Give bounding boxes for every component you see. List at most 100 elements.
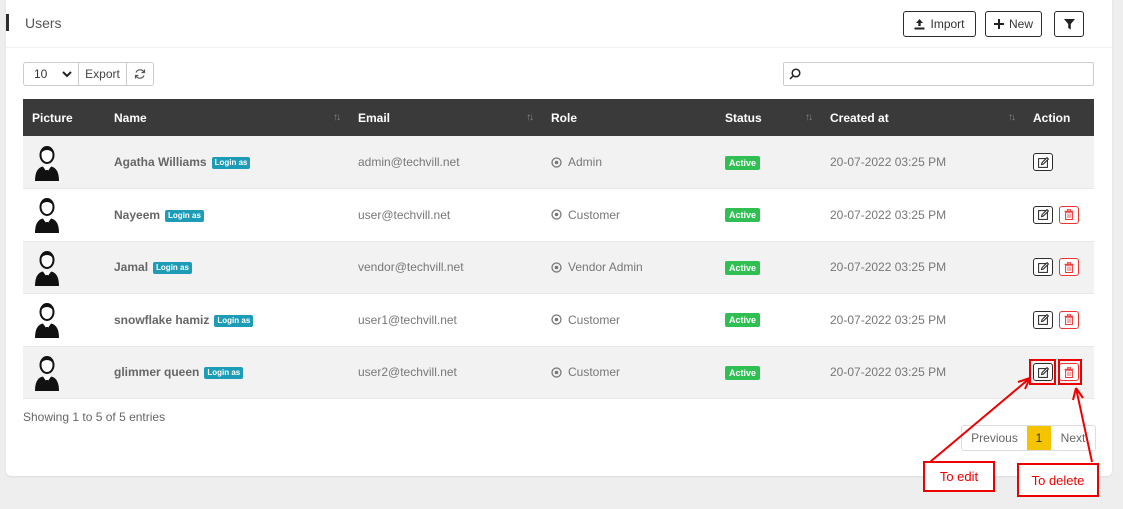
status-cell: Active [716,136,821,189]
table-row: snowflake hamiz Login as user1@techvill.ne… [23,293,1094,347]
action-cell [1024,294,1094,347]
table-row: Agatha Williams Login as admin@techvill.ne… [23,136,1094,189]
sort-icon[interactable]: ↑↓ [1008,112,1016,123]
column-role: Role [551,110,578,125]
refresh-button[interactable] [127,62,154,86]
edit-button[interactable] [1033,153,1053,171]
users-card: Users Import New 10 Export Picture Name … [6,0,1112,476]
edit-annotation: To edit [923,461,995,492]
delete-button[interactable] [1059,205,1079,224]
login-as-button[interactable]: Login as [214,314,254,327]
column-action: Action [1033,110,1071,125]
export-button[interactable]: Export [79,62,127,86]
import-button-label: Import [930,17,965,31]
table-row: Jamal Login as vendor@techvill.net Vendor A… [23,241,1094,294]
status-badge: Active [725,313,761,328]
table-row: glimmer queen Login as user2@techvill.net C… [23,346,1094,399]
edit-button[interactable] [1033,258,1053,277]
plus-icon [993,19,1004,29]
refresh-icon [134,69,146,79]
action-cell [1024,136,1094,189]
trash-icon [1064,261,1074,273]
edit-button[interactable] [1033,205,1053,224]
chevron-down-icon [62,70,72,77]
previous-page-button[interactable]: Previous [962,426,1027,450]
column-created-at[interactable]: Created at ↑↓ [821,99,1024,136]
current-page-button[interactable]: 1 [1027,426,1051,450]
role-icon [551,314,562,325]
role-icon [551,156,562,168]
login-as-button[interactable]: Login as [204,367,244,380]
column-status[interactable]: Status ↑↓ [716,99,821,136]
action-cell [1024,241,1094,294]
edit-icon [1037,314,1049,326]
page-size-select[interactable]: 10 [23,62,79,86]
filter-icon [1063,18,1075,29]
upload-icon [914,18,925,29]
role-icon [551,209,562,220]
users-table: Picture Name ↑↓ Email ↑↓ Role Status ↑↓ Cre… [23,99,1094,399]
next-page-button[interactable]: Next [1051,426,1095,450]
edit-icon [1037,156,1049,168]
name-cell: Agatha Williams Login as [105,136,349,189]
login-as-button[interactable]: Login as [211,156,251,169]
picture-cell [23,136,105,189]
email-cell: user1@techvill.net [358,312,457,327]
status-badge: Active [725,260,761,275]
column-picture: Picture [32,110,73,125]
email-cell: user2@techvill.net [358,365,457,380]
status-cell: Active [716,294,821,347]
role-cell: Vendor Admin [542,241,716,294]
role-cell: Admin [542,136,716,189]
created-at-cell: 20-07-2022 03:25 PM [830,260,947,275]
role-label: Admin [568,155,603,169]
delete-button[interactable] [1059,310,1079,329]
picture-cell [23,189,105,242]
pagination: Previous 1 Next [961,425,1096,451]
new-button[interactable]: New [985,11,1042,37]
role-cell: Customer [542,294,716,347]
import-button[interactable]: Import [903,11,976,37]
user-name: snowflake hamiz [114,312,210,327]
column-email[interactable]: Email ↑↓ [349,99,542,136]
created-at-cell: 20-07-2022 03:25 PM [830,312,947,327]
avatar [34,355,60,394]
column-name[interactable]: Name ↑↓ [105,99,349,136]
trash-icon [1064,314,1074,326]
delete-annotation: To delete [1017,463,1099,497]
picture-cell [23,294,105,347]
delete-highlight-box [1058,359,1082,385]
action-cell [1024,189,1094,242]
title-accent-bar [6,14,9,31]
email-cell: vendor@techvill.net [358,260,464,275]
role-label: Customer [568,207,621,222]
name-cell: Nayeem Login as [105,189,349,242]
delete-button[interactable] [1059,258,1079,277]
search-input[interactable] [805,67,1093,81]
status-badge: Active [725,208,761,223]
status-badge: Active [725,155,761,170]
table-toolbar: 10 Export [23,62,154,86]
name-cell: snowflake hamiz Login as [105,294,349,347]
role-cell: Customer [542,189,716,242]
edit-highlight-box [1029,359,1056,385]
login-as-button[interactable]: Login as [153,262,192,275]
picture-cell [23,346,105,399]
entries-info: Showing 1 to 5 of 5 entries [23,410,166,424]
new-button-label: New [1008,17,1033,31]
sort-icon[interactable]: ↑↓ [805,112,813,123]
table-header-row: Picture Name ↑↓ Email ↑↓ Role Status ↑↓ Cre… [23,99,1094,136]
search-icon [789,68,801,80]
edit-button[interactable] [1033,310,1053,329]
role-label: Customer [568,365,621,380]
name-cell: Jamal Login as [105,241,349,294]
page-title: Users [25,15,62,31]
role-icon [551,262,562,273]
created-at-cell: 20-07-2022 03:25 PM [830,207,947,222]
sort-icon[interactable]: ↑↓ [526,112,534,123]
sort-icon[interactable]: ↑↓ [333,112,341,123]
search-box[interactable] [783,62,1094,86]
filter-button[interactable] [1054,11,1084,37]
role-label: Customer [568,312,621,327]
login-as-button[interactable]: Login as [165,209,204,222]
